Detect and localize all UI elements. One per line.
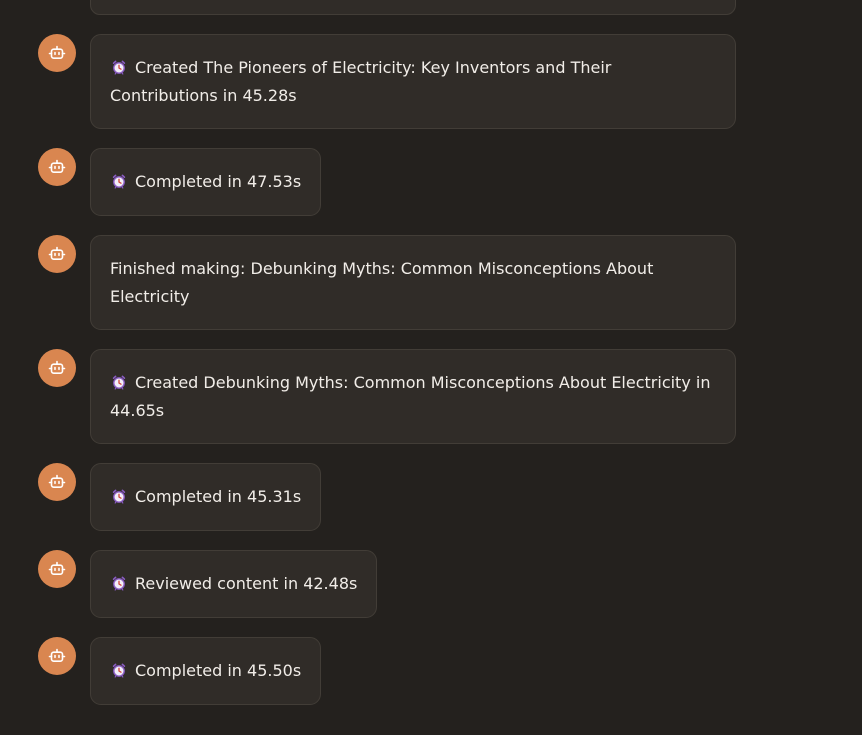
message-text: Completed in 45.31s xyxy=(135,487,302,506)
message-text: Created Debunking Myths: Common Misconce… xyxy=(110,373,711,420)
robot-icon xyxy=(48,360,66,374)
message-text: Reviewed content in 42.48s xyxy=(135,574,358,593)
assistant-avatar xyxy=(38,463,76,501)
message-text: Completed in 45.50s xyxy=(135,661,302,680)
assistant-avatar xyxy=(38,148,76,186)
message-text: Completed in 47.53s xyxy=(135,172,302,191)
robot-icon xyxy=(48,159,66,173)
alarm-clock-icon xyxy=(111,659,127,678)
message-bubble: Completed in 45.31s xyxy=(90,463,322,531)
message-bubble: Created Debunking Myths: Common Misconce… xyxy=(90,349,736,444)
message-bubble: Created The Pioneers of Electricity: Key… xyxy=(90,34,736,129)
message-text: Created The Pioneers of Electricity: Key… xyxy=(110,58,612,105)
alarm-clock-icon xyxy=(111,485,127,504)
alarm-clock-icon xyxy=(111,371,127,390)
message-bubble: Completed in 47.53s xyxy=(90,148,322,216)
previous-message-bubble xyxy=(90,0,736,15)
message-bubble: Reviewed content in 42.48s xyxy=(90,550,378,618)
assistant-avatar xyxy=(38,550,76,588)
assistant-avatar xyxy=(38,637,76,675)
robot-icon xyxy=(48,561,66,575)
robot-icon xyxy=(48,45,66,59)
alarm-clock-icon xyxy=(111,572,127,591)
robot-icon xyxy=(48,474,66,488)
alarm-clock-icon xyxy=(111,56,127,75)
alarm-clock-icon xyxy=(111,170,127,189)
robot-icon xyxy=(48,246,66,260)
assistant-avatar xyxy=(38,34,76,72)
message-bubble: Completed in 45.50s xyxy=(90,637,322,705)
message-text: Finished making: Debunking Myths: Common… xyxy=(110,259,654,306)
robot-icon xyxy=(48,648,66,662)
message-bubble: Finished making: Debunking Myths: Common… xyxy=(90,235,736,330)
assistant-avatar xyxy=(38,235,76,273)
assistant-avatar xyxy=(38,349,76,387)
